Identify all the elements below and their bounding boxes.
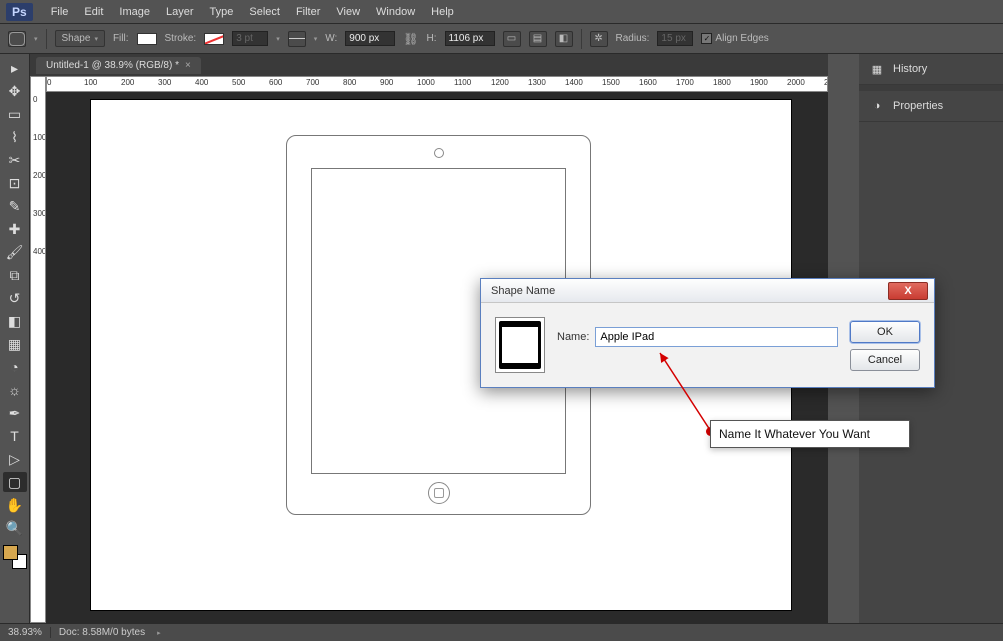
stroke-style-select[interactable]	[288, 31, 306, 47]
stroke-style-dropdown-icon[interactable]: ▾	[314, 35, 318, 43]
fg-bg-swatches[interactable]	[3, 545, 27, 569]
hand-tool[interactable]: ✋	[3, 495, 27, 515]
shape-ipad-camera	[434, 148, 444, 158]
gear-icon[interactable]: ✲	[590, 31, 608, 47]
width-label: W:	[325, 33, 337, 44]
heal-tool[interactable]: ✚	[3, 219, 27, 239]
tool-preset-dropdown-icon[interactable]: ▾	[34, 35, 38, 43]
panel-properties-label: Properties	[893, 100, 943, 112]
height-input[interactable]: 1106 px	[445, 31, 495, 46]
ruler-vertical[interactable]: 0100200300400	[30, 76, 46, 623]
shape-name-dialog: Shape Name X Name: OK Cancel	[480, 278, 935, 388]
document-tab[interactable]: Untitled-1 @ 38.9% (RGB/8) * ×	[36, 57, 201, 74]
stroke-width-input[interactable]: 3 pt	[232, 31, 268, 46]
stroke-width-dropdown-icon[interactable]: ▾	[276, 35, 280, 43]
dodge-tool[interactable]: ☼	[3, 380, 27, 400]
dialog-thumbnail	[495, 317, 545, 373]
quick-select-tool[interactable]: ✂	[3, 150, 27, 170]
marquee-tool[interactable]: ▭	[3, 104, 27, 124]
properties-icon: ◑	[869, 99, 885, 113]
tab-toggle-icon[interactable]: ▸	[3, 58, 27, 78]
stamp-tool[interactable]: ⧉	[3, 265, 27, 285]
status-info-dropdown-icon[interactable]: ▸	[157, 629, 161, 637]
menu-image[interactable]: Image	[119, 6, 150, 18]
eraser-tool[interactable]: ◧	[3, 311, 27, 331]
close-icon[interactable]: ×	[185, 60, 191, 71]
menu-bar: Ps File Edit Image Layer Type Select Fil…	[0, 0, 1003, 24]
move-tool[interactable]: ✥	[3, 81, 27, 101]
pen-tool[interactable]: ✒	[3, 403, 27, 423]
status-zoom[interactable]: 38.93%	[0, 627, 51, 638]
menu-help[interactable]: Help	[431, 6, 454, 18]
crop-tool[interactable]: ⊡	[3, 173, 27, 193]
history-icon: ▦	[869, 62, 885, 76]
lasso-tool[interactable]: ⌇	[3, 127, 27, 147]
status-bar: 38.93% Doc: 8.58M/0 bytes ▸	[0, 623, 1003, 641]
menu-file[interactable]: File	[51, 6, 69, 18]
menu-edit[interactable]: Edit	[84, 6, 103, 18]
menu-layer[interactable]: Layer	[166, 6, 194, 18]
dialog-name-input[interactable]	[595, 327, 838, 347]
stroke-label: Stroke:	[165, 33, 197, 44]
width-input[interactable]: 900 px	[345, 31, 395, 46]
tools-panel: ▸ ✥ ▭ ⌇ ✂ ⊡ ✎ ✚ 🖌 ⧉ ↺ ◧ ▦ ◔ ☼ ✒ T ▷ ▢ ✋ …	[0, 54, 30, 623]
cancel-button[interactable]: Cancel	[850, 349, 920, 371]
options-bar: ▾ Shape▾ Fill: Stroke: 3 pt ▾ ▾ W: 900 p…	[0, 24, 1003, 54]
ok-button[interactable]: OK	[850, 321, 920, 343]
app-badge: Ps	[6, 3, 33, 21]
document-tab-bar: Untitled-1 @ 38.9% (RGB/8) * ×	[30, 54, 828, 76]
dialog-title: Shape Name	[491, 285, 888, 297]
dialog-titlebar[interactable]: Shape Name X	[481, 279, 934, 303]
menu-window[interactable]: Window	[376, 6, 415, 18]
fill-label: Fill:	[113, 33, 129, 44]
brush-tool[interactable]: 🖌	[3, 242, 27, 262]
eyedropper-tool[interactable]: ✎	[3, 196, 27, 216]
dialog-name-label: Name:	[557, 331, 589, 343]
dialog-close-button[interactable]: X	[888, 282, 928, 300]
stroke-swatch[interactable]	[204, 33, 224, 45]
menu-filter[interactable]: Filter	[296, 6, 320, 18]
tool-mode-select[interactable]: Shape▾	[55, 30, 105, 47]
height-label: H:	[427, 33, 437, 44]
type-tool[interactable]: T	[3, 426, 27, 446]
document-tab-title: Untitled-1 @ 38.9% (RGB/8) *	[46, 60, 179, 71]
shape-tool-icon[interactable]	[8, 31, 26, 47]
history-brush-tool[interactable]: ↺	[3, 288, 27, 308]
panel-history[interactable]: ▦ History	[859, 54, 1003, 85]
path-select-tool[interactable]: ▷	[3, 449, 27, 469]
gradient-tool[interactable]: ▦	[3, 334, 27, 354]
menu-view[interactable]: View	[336, 6, 360, 18]
align-edges-checkbox[interactable]: ✓Align Edges	[701, 33, 768, 44]
radius-input[interactable]: 15 px	[657, 31, 693, 46]
shape-ipad-home	[428, 482, 450, 504]
path-align-icon[interactable]: ▤	[529, 31, 547, 47]
zoom-tool[interactable]: 🔍	[3, 518, 27, 538]
status-doc-info: Doc: 8.58M/0 bytes	[51, 627, 153, 638]
ruler-horizontal[interactable]: 0100200300400500600700800900100011001200…	[46, 76, 828, 92]
fill-swatch[interactable]	[137, 33, 157, 45]
link-wh-icon[interactable]: ⛓	[403, 32, 418, 46]
radius-label: Radius:	[616, 33, 650, 44]
menu-type[interactable]: Type	[210, 6, 234, 18]
shape-tool[interactable]: ▢	[3, 472, 27, 492]
path-arrange-icon[interactable]: ◧	[555, 31, 573, 47]
panel-history-label: History	[893, 63, 927, 75]
path-ops-icon[interactable]: ▭	[503, 31, 521, 47]
blur-tool[interactable]: ◔	[3, 357, 27, 377]
panel-properties[interactable]: ◑ Properties	[859, 91, 1003, 122]
menu-select[interactable]: Select	[249, 6, 280, 18]
callout-text: Name It Whatever You Want	[710, 420, 910, 448]
